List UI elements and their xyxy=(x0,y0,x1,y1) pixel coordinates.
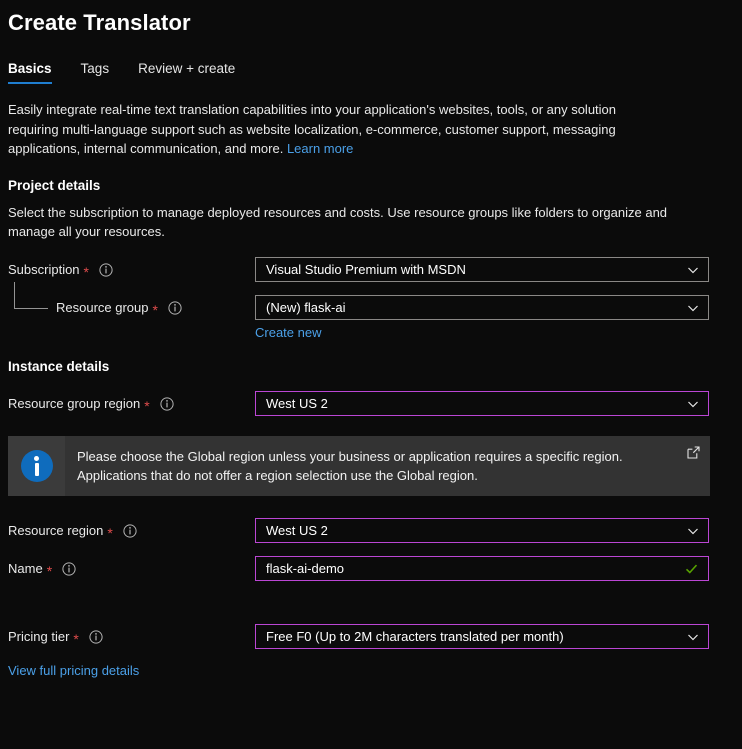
name-input[interactable]: flask-ai-demo xyxy=(255,556,709,581)
project-details-heading: Project details xyxy=(8,177,101,193)
resource-region-value: West US 2 xyxy=(266,523,328,538)
chevron-down-icon xyxy=(687,302,699,314)
pricing-tier-row: Pricing tier * Free F0 (Up to 2M charact… xyxy=(0,624,742,649)
banner-message: Please choose the Global region unless y… xyxy=(77,448,623,483)
resource-region-row: Resource region * West US 2 xyxy=(0,518,742,543)
subscription-control-cell: Visual Studio Premium with MSDN xyxy=(255,257,709,282)
pricing-tier-required-asterisk: * xyxy=(73,630,79,647)
name-label: Name xyxy=(8,561,43,576)
resource-group-region-value: West US 2 xyxy=(266,396,328,411)
pricing-tier-dropdown[interactable]: Free F0 (Up to 2M characters translated … xyxy=(255,624,709,649)
project-details-description: Select the subscription to manage deploy… xyxy=(8,204,668,239)
info-icon[interactable] xyxy=(89,629,103,644)
resource-region-label: Resource region xyxy=(8,523,104,538)
banner-icon-cell xyxy=(8,435,65,496)
tab-bar: Basics Tags Review + create xyxy=(0,38,742,84)
tab-review-create[interactable]: Review + create xyxy=(138,61,235,84)
name-row: Name * flask-ai-demo xyxy=(0,556,742,581)
resource-group-region-label: Resource group region xyxy=(8,396,141,411)
resource-group-control-cell: (New) flask-ai xyxy=(255,295,709,320)
resource-region-dropdown[interactable]: West US 2 xyxy=(255,518,709,543)
resource-group-region-required-asterisk: * xyxy=(144,397,150,414)
subscription-required-asterisk: * xyxy=(83,263,89,280)
name-required-asterisk: * xyxy=(46,562,53,579)
subscription-label: Subscription xyxy=(8,262,80,277)
chevron-down-icon xyxy=(687,525,699,537)
info-icon[interactable] xyxy=(62,561,76,576)
resource-group-region-control-cell: West US 2 xyxy=(255,391,709,416)
create-new-link-wrap: Create new xyxy=(0,320,742,340)
resource-group-required-asterisk: * xyxy=(152,301,158,318)
name-label-cell: Name * xyxy=(8,561,255,579)
subscription-label-cell: Subscription * xyxy=(8,262,255,280)
view-full-pricing-details-link[interactable]: View full pricing details xyxy=(8,663,139,678)
resource-region-control-cell: West US 2 xyxy=(255,518,709,543)
chevron-down-icon xyxy=(687,631,699,643)
resource-group-row: Resource group * (New) flask-ai xyxy=(0,281,742,320)
tab-basics[interactable]: Basics xyxy=(8,61,52,84)
resource-region-label-cell: Resource region * xyxy=(8,523,255,541)
subscription-row: Subscription * Visual Studio Premium wit… xyxy=(0,257,742,282)
instance-details-heading: Instance details xyxy=(8,358,110,374)
page-title: Create Translator xyxy=(8,10,191,35)
name-control-cell: flask-ai-demo xyxy=(255,556,709,581)
resource-group-region-dropdown[interactable]: West US 2 xyxy=(255,391,709,416)
learn-more-link[interactable]: Learn more xyxy=(287,141,353,156)
pricing-tier-label-cell: Pricing tier * xyxy=(8,629,255,647)
resource-group-region-row: Resource group region * West US 2 xyxy=(0,391,742,416)
subscription-dropdown[interactable]: Visual Studio Premium with MSDN xyxy=(255,257,709,282)
pricing-tier-value: Free F0 (Up to 2M characters translated … xyxy=(266,629,564,644)
name-value: flask-ai-demo xyxy=(266,561,345,576)
validation-check-icon xyxy=(685,562,698,575)
intro-description: Easily integrate real-time text translat… xyxy=(0,84,700,159)
resource-group-dropdown[interactable]: (New) flask-ai xyxy=(255,295,709,320)
region-info-banner: Please choose the Global region unless y… xyxy=(8,435,710,496)
resource-region-required-asterisk: * xyxy=(107,524,113,541)
resource-group-region-label-cell: Resource group region * xyxy=(8,396,255,414)
info-icon[interactable] xyxy=(99,262,113,277)
resource-group-label: Resource group xyxy=(56,300,149,315)
subscription-value: Visual Studio Premium with MSDN xyxy=(266,262,466,277)
chevron-down-icon xyxy=(687,264,699,276)
chevron-down-icon xyxy=(687,398,699,410)
tab-tags[interactable]: Tags xyxy=(81,61,110,84)
info-circle-icon xyxy=(20,449,53,482)
info-icon[interactable] xyxy=(168,300,182,315)
external-link-icon[interactable] xyxy=(687,445,700,459)
info-icon[interactable] xyxy=(160,396,174,411)
tab-review-create-label: Review + create xyxy=(138,61,236,76)
pricing-details-link-wrap: View full pricing details xyxy=(0,663,742,678)
tab-tags-label: Tags xyxy=(80,61,110,76)
tab-basics-label: Basics xyxy=(8,61,52,76)
resource-group-value: (New) flask-ai xyxy=(266,300,346,315)
pricing-tier-control-cell: Free F0 (Up to 2M characters translated … xyxy=(255,624,709,649)
create-new-link[interactable]: Create new xyxy=(255,325,321,340)
resource-group-label-cell: Resource group * xyxy=(8,300,255,318)
info-icon[interactable] xyxy=(123,523,137,538)
pricing-tier-label: Pricing tier xyxy=(8,629,70,644)
create-translator-page: Create Translator Basics Tags Review + c… xyxy=(0,0,742,749)
